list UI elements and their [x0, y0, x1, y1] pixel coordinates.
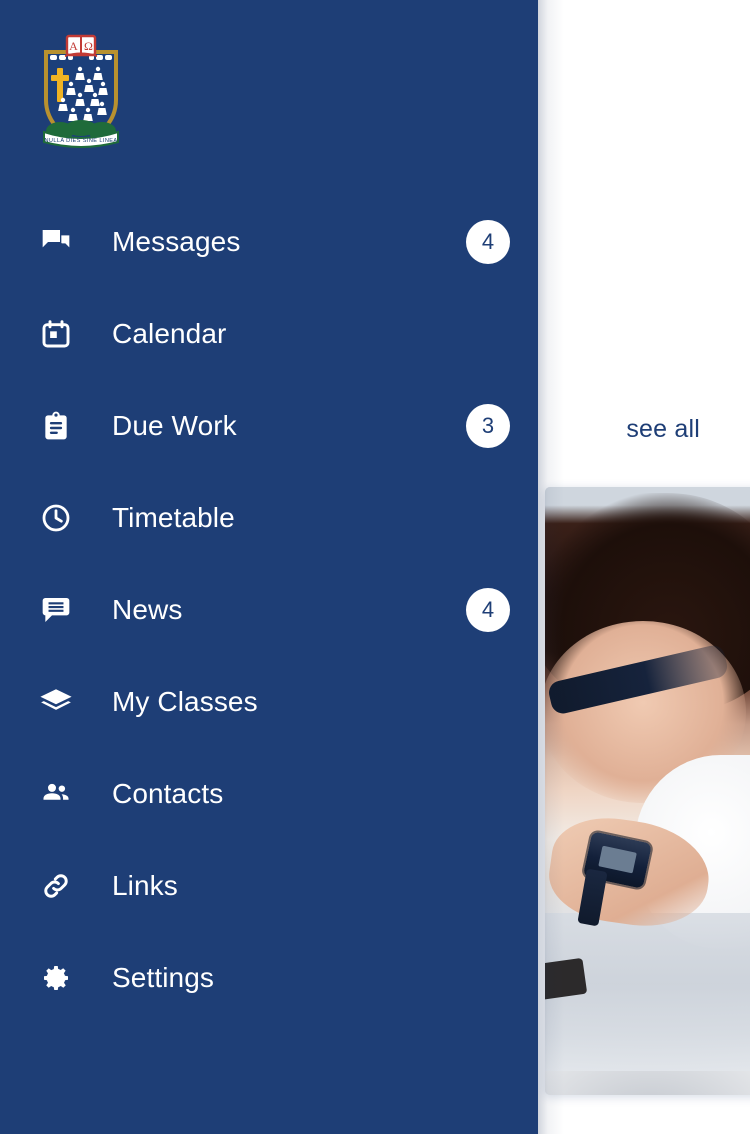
chat-bubbles-icon	[36, 222, 76, 262]
svg-text:A: A	[69, 39, 78, 53]
people-icon	[36, 774, 76, 814]
svg-text:Ω: Ω	[84, 39, 93, 53]
nav-item-settings[interactable]: Settings	[0, 932, 538, 1024]
nav-label: Contacts	[112, 778, 224, 809]
nav-item-timetable[interactable]: Timetable	[0, 472, 538, 564]
app-root: see all A Ω NULLA DIES SINE LINEA Messag…	[0, 0, 750, 1134]
nav-item-calendar[interactable]: Calendar	[0, 288, 538, 380]
nav-label: Timetable	[112, 502, 235, 533]
navigation-drawer: A Ω NULLA DIES SINE LINEA Messages 4 Cal…	[0, 0, 538, 1134]
nav-item-messages[interactable]: Messages 4	[0, 196, 538, 288]
nav-label: Settings	[112, 962, 214, 993]
news-photo-card[interactable]	[545, 487, 750, 1095]
school-crest-logo[interactable]: A Ω NULLA DIES SINE LINEA	[38, 28, 124, 152]
nav-label: My Classes	[112, 686, 258, 717]
link-icon	[36, 866, 76, 906]
nav-item-news[interactable]: News 4	[0, 564, 538, 656]
nav-badge-messages: 4	[466, 220, 510, 264]
nav-item-due-work[interactable]: Due Work 3	[0, 380, 538, 472]
nav-label: Calendar	[112, 318, 227, 349]
graduation-cap-icon	[36, 682, 76, 722]
nav-label: Messages	[112, 226, 241, 257]
svg-text:NULLA DIES SINE LINEA: NULLA DIES SINE LINEA	[44, 138, 117, 144]
nav-item-my-classes[interactable]: My Classes	[0, 656, 538, 748]
nav-label: News	[112, 594, 183, 625]
nav-badge-due-work: 3	[466, 404, 510, 448]
nav-label: Links	[112, 870, 178, 901]
nav-item-links[interactable]: Links	[0, 840, 538, 932]
calendar-icon	[36, 314, 76, 354]
nav-item-contacts[interactable]: Contacts	[0, 748, 538, 840]
drawer-menu: Messages 4 Calendar Due Work 3 Timetable…	[0, 196, 538, 1024]
see-all-link[interactable]: see all	[626, 415, 700, 444]
nav-label: Due Work	[112, 410, 237, 441]
article-bubble-icon	[36, 590, 76, 630]
clock-icon	[36, 498, 76, 538]
student-lab-photo	[545, 487, 750, 1095]
clipboard-icon	[36, 406, 76, 446]
gear-icon	[36, 958, 76, 998]
nav-badge-news: 4	[466, 588, 510, 632]
